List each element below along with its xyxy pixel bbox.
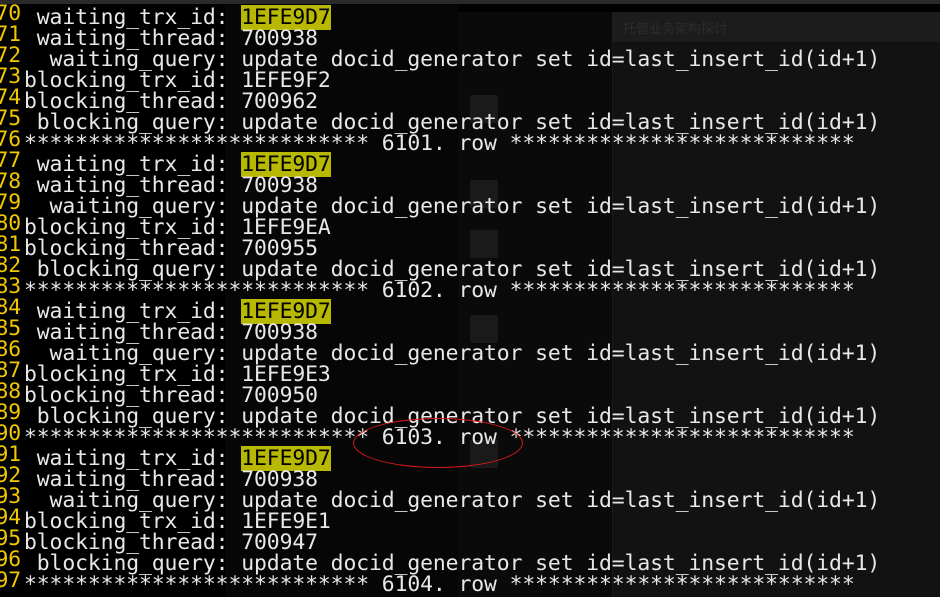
terminal-line: 78 waiting_thread: 700938 (0, 171, 880, 196)
field-value: update docid_generator set id=last_inser… (241, 194, 881, 219)
line-number: 95 (0, 528, 21, 549)
line-number: 75 (0, 108, 21, 129)
terminal-line: 71 waiting_thread: 700938 (0, 24, 880, 49)
field-value: 6101. row *************************** (381, 131, 855, 156)
line-number: 89 (0, 402, 21, 423)
terminal-line: 95 blocking_thread: 700947 (0, 528, 880, 553)
terminal-line: 86 waiting_query: update docid_generator… (0, 339, 880, 364)
terminal-line: 72 waiting_query: update docid_generator… (0, 45, 880, 70)
terminal-line: 96 blocking_query: update docid_generato… (0, 549, 880, 574)
line-number: 96 (0, 549, 21, 570)
line-number: 73 (0, 66, 21, 87)
terminal-output[interactable]: 70 waiting_trx_id: 1EFE9D7 71 waiting_thr… (0, 3, 880, 595)
field-value: update docid_generator set id=last_inser… (241, 341, 881, 366)
terminal-line: 79 waiting_query: update docid_generator… (0, 192, 880, 217)
screenshot: 托管业务架构探讨 70 waiting_trx_id: 1EFE9D7 71 wa… (0, 0, 940, 597)
line-number: 84 (0, 297, 21, 318)
line-number: 77 (0, 150, 21, 171)
line-number: 82 (0, 255, 21, 276)
line-number: 78 (0, 171, 21, 192)
line-number: 85 (0, 318, 21, 339)
terminal-line: 89 blocking_query: update docid_generato… (0, 402, 880, 427)
terminal-line: 92 waiting_thread: 700938 (0, 465, 880, 490)
line-number: 90 (0, 423, 21, 444)
field-value: update docid_generator set id=last_inser… (241, 47, 881, 72)
terminal-line: 81 blocking_thread: 700955 (0, 234, 880, 259)
line-number: 86 (0, 339, 21, 360)
line-number: 79 (0, 192, 21, 213)
line-number: 74 (0, 87, 21, 108)
field-value: update docid_generator set id=last_inser… (241, 488, 881, 513)
field-value: 6103. row *************************** (381, 425, 855, 450)
terminal-line: 88 blocking_thread: 700950 (0, 381, 880, 406)
terminal-line: 75 blocking_query: update docid_generato… (0, 108, 880, 133)
line-number: 81 (0, 234, 21, 255)
terminal-line: 90 *************************** 6103. row … (0, 423, 880, 448)
line-number: 71 (0, 24, 21, 45)
line-number: 87 (0, 360, 21, 381)
line-number: 97 (0, 570, 21, 591)
terminal-line: 97 *************************** 6104. row … (0, 570, 880, 595)
terminal-line: 82 blocking_query: update docid_generato… (0, 255, 880, 280)
line-number: 92 (0, 465, 21, 486)
line-number: 72 (0, 45, 21, 66)
line-number: 76 (0, 129, 21, 150)
line-number: 80 (0, 213, 21, 234)
terminal-line: 74 blocking_thread: 700962 (0, 87, 880, 112)
terminal-line: 70 waiting_trx_id: 1EFE9D7 (0, 3, 880, 30)
terminal-line: 93 waiting_query: update docid_generator… (0, 486, 880, 511)
line-number: 93 (0, 486, 21, 507)
line-number: 83 (0, 276, 21, 297)
field-value: 6104. row *************************** (381, 572, 855, 597)
terminal-line: 83 *************************** 6102. row … (0, 276, 880, 301)
line-number: 88 (0, 381, 21, 402)
line-number: 94 (0, 507, 21, 528)
line-number: 70 (0, 3, 21, 24)
line-number: 91 (0, 444, 21, 465)
terminal-line: 85 waiting_thread: 700938 (0, 318, 880, 343)
field-value: 6102. row *************************** (381, 278, 855, 303)
field-label: *************************** (24, 572, 382, 597)
terminal-line: 76 *************************** 6101. row … (0, 129, 880, 154)
